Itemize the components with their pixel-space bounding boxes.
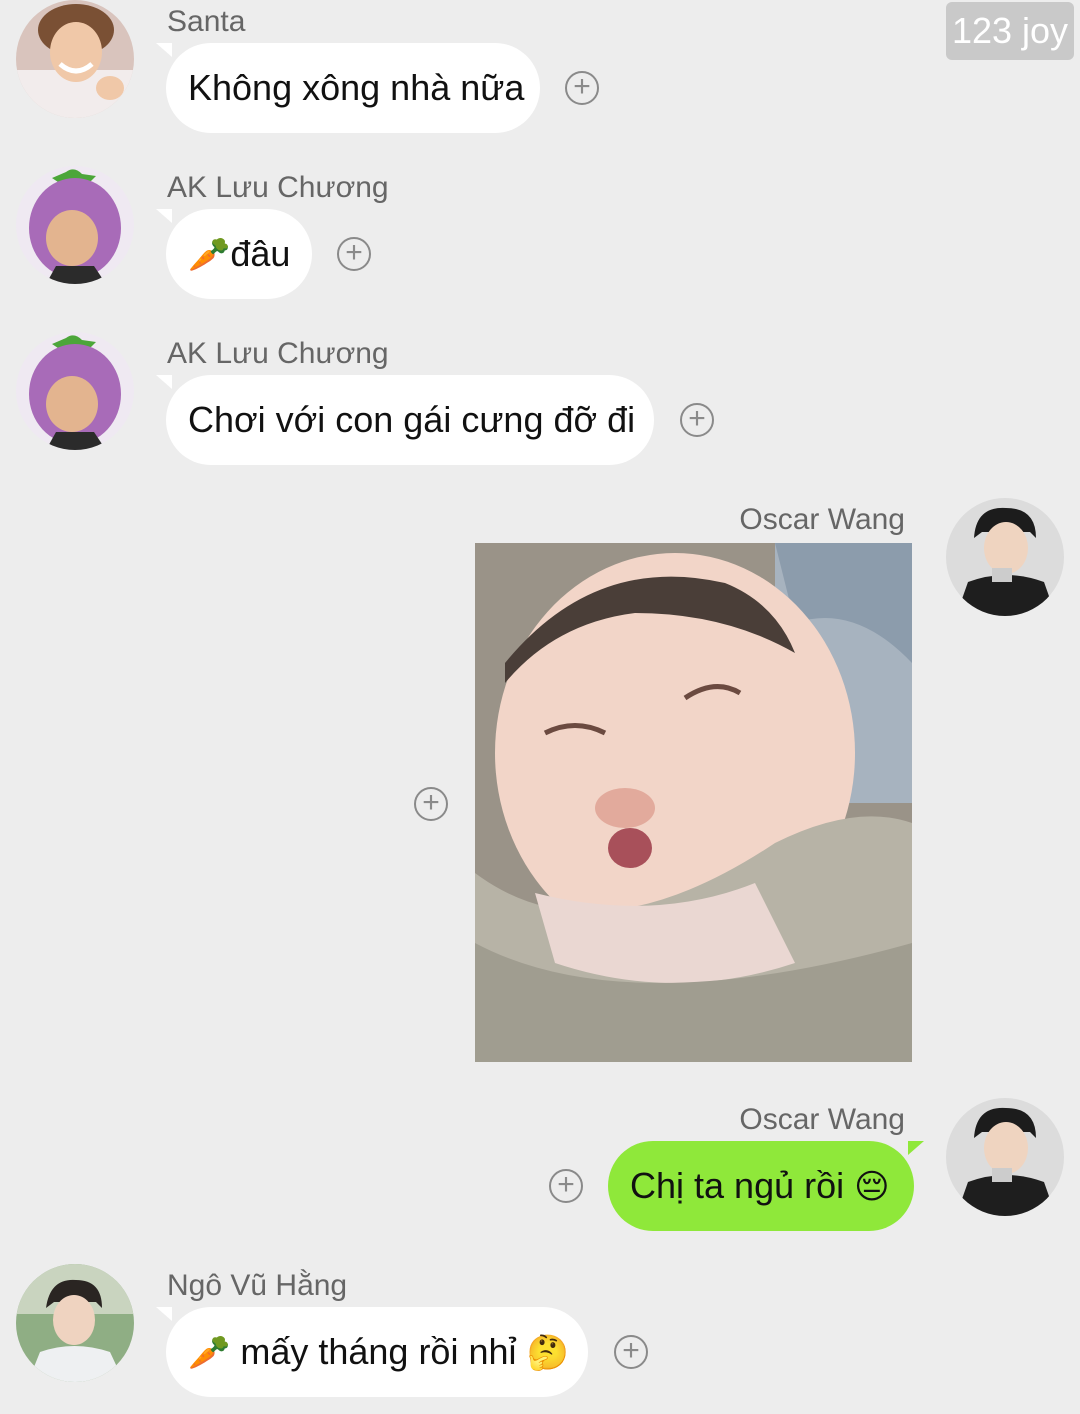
add-reaction-button[interactable]: +	[614, 1335, 648, 1369]
sender-name: Oscar Wang	[739, 503, 905, 536]
avatar-ak-image	[16, 332, 134, 450]
add-reaction-button[interactable]: +	[414, 787, 448, 821]
message-bubble[interactable]: Không xông nhà nữa	[156, 43, 540, 133]
message-text: Chơi với con gái cưng đỡ đi	[188, 399, 636, 440]
add-reaction-button[interactable]: +	[680, 403, 714, 437]
avatar-ak-luu-chuong[interactable]	[16, 332, 134, 450]
avatar-ak-luu-chuong[interactable]	[16, 166, 134, 284]
photo-image	[475, 543, 912, 1062]
message-bubble[interactable]: 🥕đâu	[156, 209, 312, 299]
sender-name: Ngô Vũ Hằng	[167, 1269, 348, 1302]
add-reaction-button[interactable]: +	[565, 71, 599, 105]
sleeping-baby-photo[interactable]	[475, 543, 912, 1062]
carrot-icon: 🥕	[188, 1334, 231, 1372]
watermark-badge: 123 joy	[946, 2, 1074, 60]
message-text: Không xông nhà nữa	[188, 67, 525, 108]
sender-name: Santa	[167, 5, 246, 38]
avatar-oscar-wang[interactable]	[946, 498, 1064, 616]
avatar-santa-image	[16, 0, 134, 118]
message-bubble[interactable]: Chị ta ngủ rồi 😔	[608, 1141, 924, 1231]
avatar-oscar-image	[946, 498, 1064, 616]
add-reaction-button[interactable]: +	[549, 1169, 583, 1203]
carrot-icon: 🥕	[188, 236, 231, 274]
pensive-face-icon: 😔	[854, 1168, 890, 1206]
message-text: Chị ta ngủ rồi	[630, 1165, 845, 1206]
message-bubble[interactable]: 🥕 mấy tháng rồi nhỉ 🤔	[156, 1307, 588, 1397]
sender-name: Oscar Wang	[739, 1103, 905, 1136]
thinking-face-icon: 🤔	[526, 1334, 569, 1372]
sender-name: AK Lưu Chương	[167, 171, 389, 204]
avatar-santa[interactable]	[16, 0, 134, 118]
add-reaction-button[interactable]: +	[337, 237, 371, 271]
sender-name: AK Lưu Chương	[167, 337, 389, 370]
avatar-ak-image	[16, 166, 134, 284]
message-bubble[interactable]: Chơi với con gái cưng đỡ đi	[156, 375, 654, 465]
avatar-oscar-wang[interactable]	[946, 1098, 1064, 1216]
message-text: mấy tháng rồi nhỉ	[230, 1331, 517, 1372]
message-text: đâu	[230, 233, 291, 274]
avatar-oscar-image	[946, 1098, 1064, 1216]
avatar-ngo-image	[16, 1264, 134, 1382]
avatar-ngo-vu-hang[interactable]	[16, 1264, 134, 1382]
